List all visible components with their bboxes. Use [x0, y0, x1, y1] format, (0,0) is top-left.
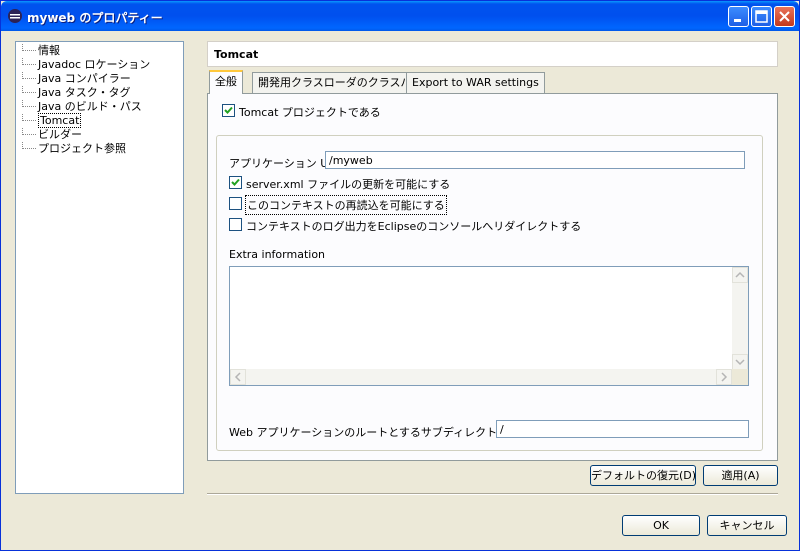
extra-info-textarea[interactable]	[229, 266, 749, 386]
extra-info-horizontal-scrollbar[interactable]	[230, 369, 732, 385]
tree-item-project-references[interactable]: プロジェクト参照	[22, 142, 126, 155]
redirect-log-label: コンテキストのログ出力をEclipseのコンソールへリダイレクトする	[246, 220, 582, 233]
page-header: Tomcat	[207, 41, 778, 67]
tree-connector	[22, 128, 36, 135]
context-reload-checkbox[interactable]	[229, 197, 242, 210]
ok-button[interactable]: OK	[622, 515, 700, 536]
maximize-icon	[755, 10, 768, 23]
properties-window: myweb のプロパティー 情報 Javadoc ロケーション Java コンパ…	[0, 0, 800, 551]
property-page-tree[interactable]: 情報 Javadoc ロケーション Java コンパイラー Java タスク・タ…	[15, 41, 184, 494]
tree-item-builders[interactable]: ビルダー	[22, 128, 82, 141]
extra-info-label: Extra information	[229, 248, 326, 261]
tree-item-javadoc-location[interactable]: Javadoc ロケーション	[22, 58, 150, 71]
restore-defaults-button[interactable]: デフォルトの復元(D)	[590, 465, 696, 486]
tree-connector	[22, 114, 36, 121]
subdir-label: Web アプリケーションのルートとするサブディレクトリ(任意)	[229, 426, 539, 439]
context-reload-label: このコンテキストの再読込を可能にする	[245, 195, 447, 215]
tree-connector	[22, 72, 36, 79]
chevron-right-icon	[721, 372, 728, 382]
tree-item-java-build-path[interactable]: Java のビルド・パス	[22, 100, 142, 113]
tab-export-war-settings[interactable]: Export to WAR settings	[406, 72, 545, 93]
close-icon	[779, 11, 790, 22]
eclipse-app-icon	[7, 8, 23, 24]
window-title: myweb のプロパティー	[27, 11, 163, 25]
page-title: Tomcat	[214, 48, 259, 61]
chevron-up-icon	[735, 271, 745, 278]
tree-item-tomcat[interactable]: Tomcat	[22, 113, 82, 128]
app-uri-input[interactable]: /myweb	[325, 151, 745, 169]
tree-connector	[22, 142, 36, 149]
minimize-icon	[734, 19, 741, 22]
separator	[207, 493, 778, 495]
server-xml-update-label: server.xml ファイルの更新を可能にする	[246, 178, 451, 191]
scroll-right-button[interactable]	[716, 369, 732, 385]
server-xml-update-checkbox[interactable]	[229, 176, 242, 189]
scroll-up-button[interactable]	[732, 267, 748, 283]
checkmark-icon	[231, 178, 240, 186]
tree-item-java-task-tags[interactable]: Java タスク・タグ	[22, 86, 131, 99]
cancel-button[interactable]: キャンセル	[707, 515, 787, 536]
title-bar[interactable]: myweb のプロパティー	[1, 1, 799, 31]
checkmark-icon	[224, 106, 233, 114]
tree-item-java-compiler[interactable]: Java コンパイラー	[22, 72, 131, 85]
tab-general[interactable]: 全般	[209, 70, 243, 94]
is-tomcat-project-label: Tomcat プロジェクトである	[239, 106, 381, 119]
subdir-input[interactable]: /	[496, 420, 749, 438]
tree-connector	[22, 86, 36, 93]
tab-dev-classloader-classpath[interactable]: 開発用クラスローダのクラスパス	[252, 72, 429, 93]
app-uri-label: アプリケーション URI	[229, 157, 340, 170]
is-tomcat-project-checkbox[interactable]	[222, 104, 235, 117]
maximize-button[interactable]	[751, 6, 772, 27]
tree-connector	[22, 44, 36, 51]
tree-connector	[22, 58, 36, 65]
extra-info-vertical-scrollbar[interactable]	[732, 267, 748, 370]
close-button[interactable]	[774, 6, 795, 27]
redirect-log-checkbox[interactable]	[229, 218, 242, 231]
scroll-down-button[interactable]	[732, 354, 748, 370]
tree-connector	[22, 100, 36, 107]
chevron-down-icon	[735, 359, 745, 366]
scroll-corner	[732, 369, 748, 385]
scroll-left-button[interactable]	[230, 369, 246, 385]
minimize-button[interactable]	[728, 6, 749, 27]
chevron-left-icon	[234, 372, 241, 382]
tree-item-info[interactable]: 情報	[22, 44, 60, 57]
apply-button[interactable]: 適用(A)	[703, 465, 778, 486]
